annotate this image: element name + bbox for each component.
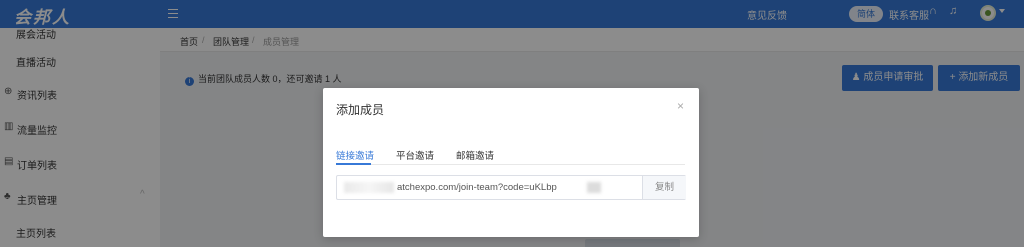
redacted-text	[587, 182, 601, 193]
dialog-title: 添加成员	[336, 103, 385, 117]
tab-divider	[336, 164, 685, 165]
copy-button[interactable]: 复制	[642, 176, 686, 199]
tab-email-invite[interactable]: 邮箱邀请	[456, 148, 494, 162]
invite-link-field[interactable]: atchexpo.com/join-team?code=uKLbp 复制	[336, 175, 686, 200]
redacted-text	[344, 182, 394, 193]
tab-link-invite[interactable]: 链接邀请	[336, 148, 374, 162]
invite-link-text: atchexpo.com/join-team?code=uKLbp	[397, 182, 557, 193]
add-member-dialog: 添加成员 × 链接邀请 平台邀请 邮箱邀请 atchexpo.com/join-…	[323, 88, 699, 237]
active-tab-indicator	[336, 163, 371, 165]
tab-platform-invite[interactable]: 平台邀请	[396, 148, 434, 162]
close-icon[interactable]: ×	[677, 99, 684, 113]
